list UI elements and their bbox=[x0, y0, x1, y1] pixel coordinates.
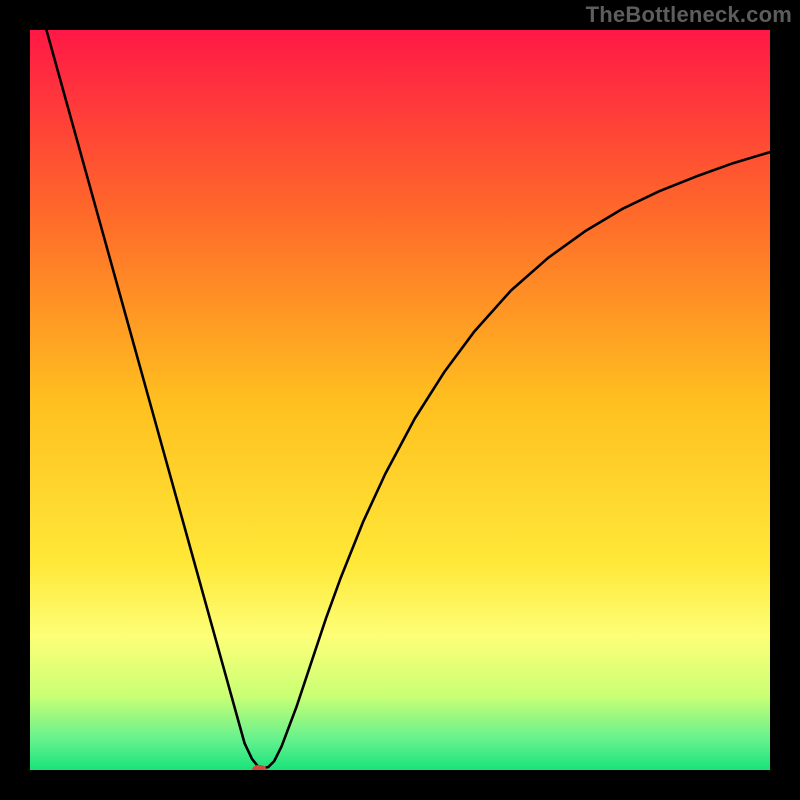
watermark-text: TheBottleneck.com bbox=[586, 2, 792, 28]
bottleneck-chart bbox=[30, 30, 770, 770]
chart-frame: TheBottleneck.com bbox=[0, 0, 800, 800]
gradient-background bbox=[30, 30, 770, 770]
